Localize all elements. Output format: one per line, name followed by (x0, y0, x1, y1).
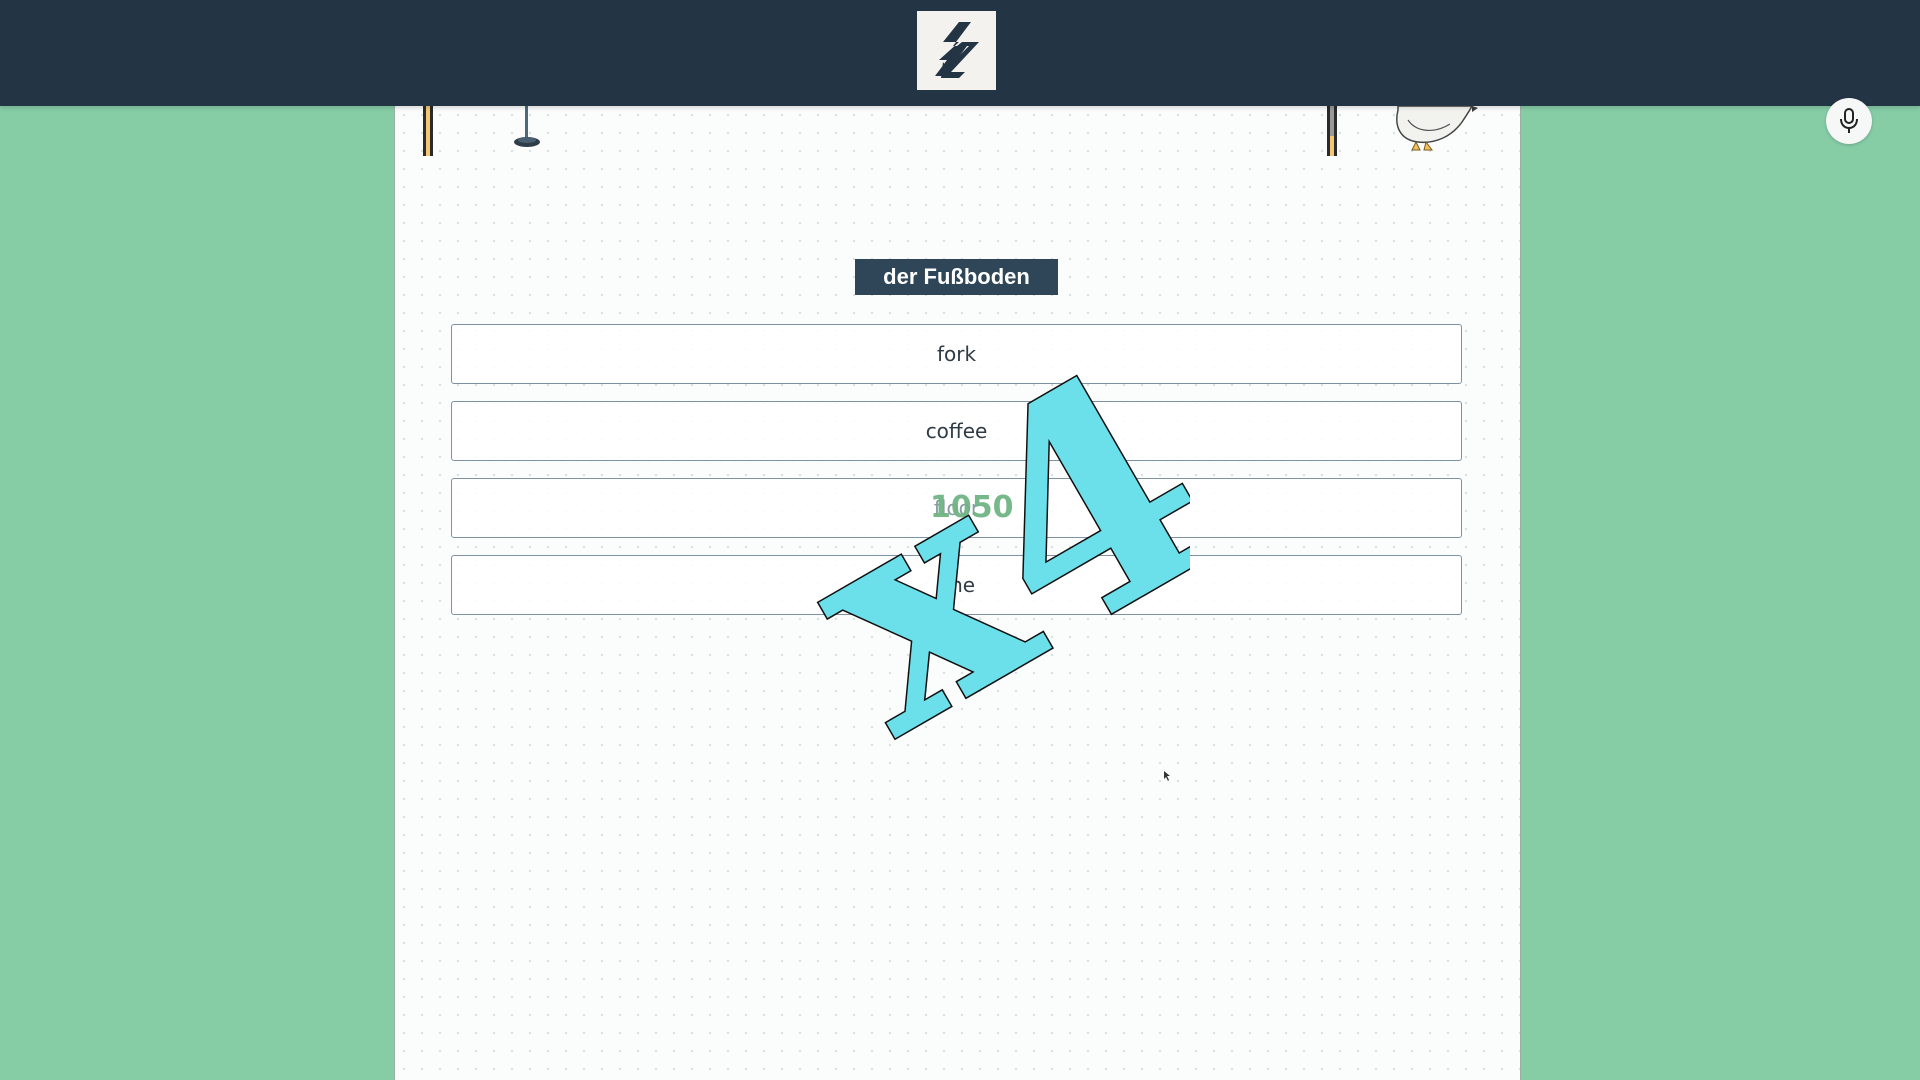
lamp-icon (514, 106, 540, 147)
answer-options: fork coffee floor one (451, 324, 1462, 632)
answer-option-1[interactable]: fork (451, 324, 1462, 384)
scene-post-left (423, 106, 433, 156)
prompt-word: der Fußboden (855, 259, 1058, 295)
answer-option-2[interactable]: coffee (451, 401, 1462, 461)
mouse-cursor-icon (1164, 771, 1170, 781)
answer-option-4[interactable]: one (451, 555, 1462, 615)
answer-option-label: fork (936, 342, 977, 366)
score-popup: 1050 (930, 490, 1014, 525)
scene-post-right (1327, 106, 1337, 156)
lightning-arrow-logo-icon (934, 21, 979, 78)
microphone-icon (1840, 108, 1858, 133)
goose-icon (1396, 106, 1478, 151)
logo[interactable] (917, 11, 996, 90)
microphone-button[interactable] (1826, 98, 1872, 144)
answer-option-label: one (937, 573, 976, 597)
top-bar (0, 0, 1920, 106)
answer-option-label: coffee (925, 419, 988, 443)
